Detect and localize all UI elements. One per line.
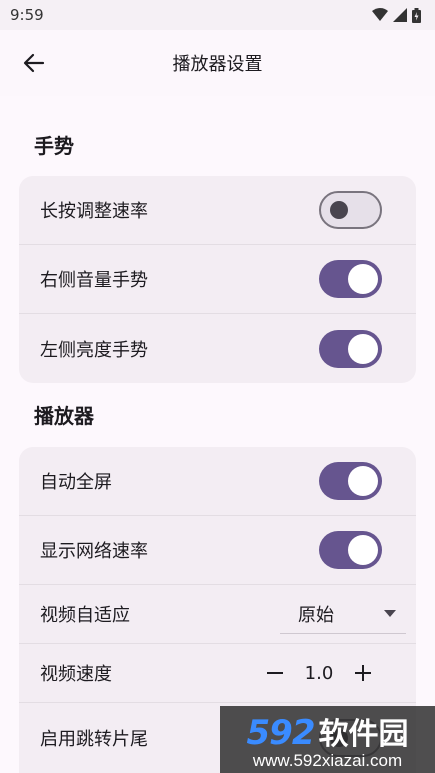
app-bar: 播放器设置 <box>0 30 435 96</box>
signal-icon <box>393 8 407 22</box>
status-time: 9:59 <box>10 6 44 24</box>
section-title-gestures: 手势 <box>34 134 74 158</box>
auto-fullscreen-toggle[interactable] <box>319 462 382 500</box>
settings-content: 手势 长按调整速率 右侧音量手势 左侧亮度手势 播放器 自动全屏 显示网络速率 … <box>0 96 435 773</box>
battery-icon <box>412 7 421 23</box>
minus-icon <box>267 672 283 674</box>
wifi-icon <box>372 8 388 21</box>
page-title: 播放器设置 <box>172 54 263 75</box>
left-brightness-gesture-toggle[interactable] <box>319 329 382 368</box>
setting-row-auto-fullscreen[interactable]: 自动全屏 <box>19 447 416 516</box>
setting-row-left-brightness-gesture[interactable]: 左侧亮度手势 <box>19 314 416 383</box>
setting-row-video-fit: 视频自适应 原始 <box>19 585 416 644</box>
toggle-knob <box>348 535 378 565</box>
setting-label: 长按调整速率 <box>40 201 148 222</box>
decrease-speed-button[interactable] <box>260 658 290 688</box>
plus-icon <box>355 665 371 681</box>
setting-label: 视频自适应 <box>40 605 130 626</box>
long-press-speed-toggle[interactable] <box>319 191 382 229</box>
watermark-brand: 软件园 <box>318 716 409 752</box>
setting-row-long-press-speed[interactable]: 长按调整速率 <box>19 176 416 245</box>
toggle-knob <box>348 333 378 364</box>
setting-label: 启用跳转片尾 <box>40 728 148 750</box>
increase-speed-button[interactable] <box>348 658 378 688</box>
video-fit-dropdown[interactable]: 原始 <box>280 594 406 634</box>
section-title-player: 播放器 <box>34 404 94 428</box>
video-fit-value: 原始 <box>298 604 334 626</box>
setting-label: 自动全屏 <box>40 472 112 493</box>
watermark-number: 592 <box>246 712 316 753</box>
toggle-knob <box>348 466 378 496</box>
gestures-card: 长按调整速率 右侧音量手势 左侧亮度手势 <box>19 176 416 383</box>
right-volume-gesture-toggle[interactable] <box>319 260 382 298</box>
setting-label: 显示网络速率 <box>40 541 148 562</box>
status-bar: 9:59 <box>0 0 435 30</box>
toggle-knob <box>348 264 378 294</box>
watermark-url: www.592xiazai.com <box>252 750 403 770</box>
setting-row-show-network-speed[interactable]: 显示网络速率 <box>19 516 416 585</box>
status-icons <box>372 7 421 23</box>
video-speed-value: 1.0 <box>304 662 334 684</box>
dropdown-arrow-icon <box>384 610 396 617</box>
setting-row-right-volume-gesture[interactable]: 右侧音量手势 <box>19 245 416 314</box>
setting-label: 视频速度 <box>40 664 112 685</box>
setting-label: 左侧亮度手势 <box>40 339 148 361</box>
setting-label: 右侧音量手势 <box>40 270 148 291</box>
toggle-knob <box>330 201 348 219</box>
video-speed-stepper: 1.0 <box>260 658 378 688</box>
watermark-logo: 592 软件园 www.592xiazai.com <box>220 706 435 773</box>
setting-row-video-speed: 视频速度 1.0 <box>19 644 416 703</box>
show-network-speed-toggle[interactable] <box>319 531 382 569</box>
